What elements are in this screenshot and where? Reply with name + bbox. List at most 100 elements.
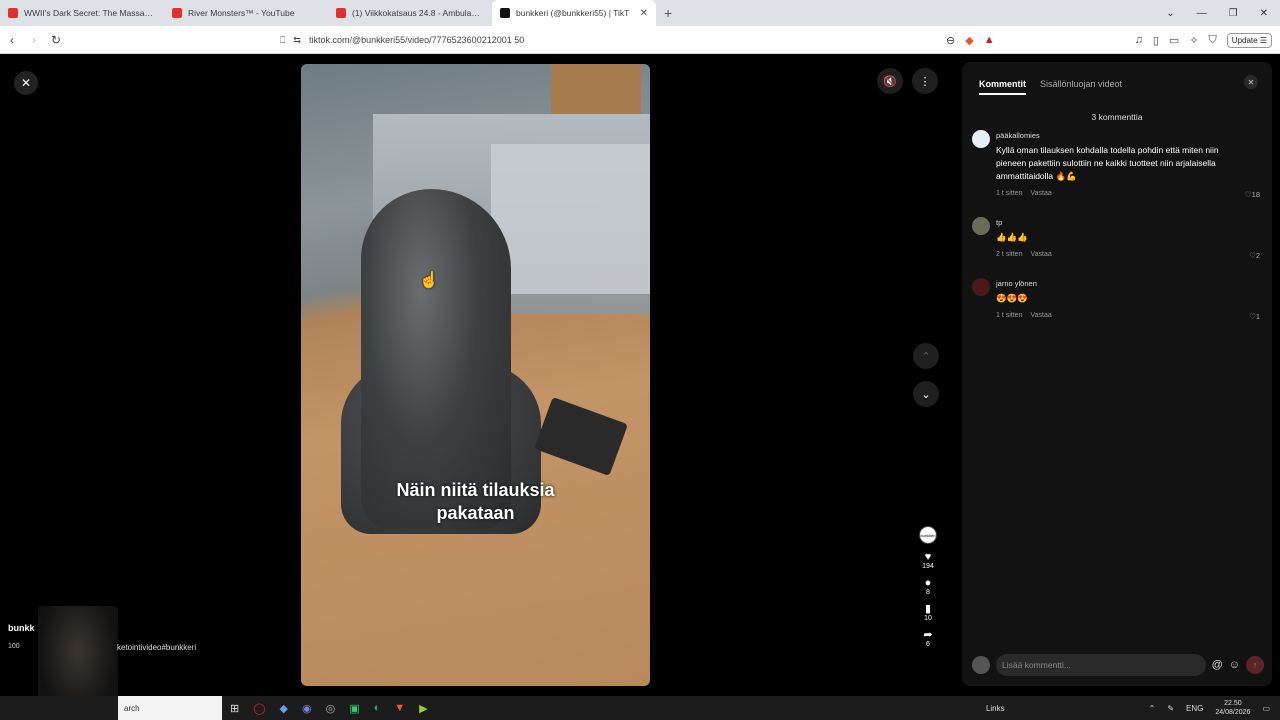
tab-search-icon[interactable]: ⌄ — [1166, 8, 1174, 19]
window-controls: ⌄ — ❐ ✕ — [1166, 0, 1280, 26]
taskbar-apps: ⊞ ◯ ◆ ◉ ◎ ▣ ◐ ▼ ▶ — [230, 696, 428, 720]
update-button[interactable]: Update ☰ — [1226, 32, 1272, 48]
edge-icon[interactable]: ◐ — [374, 702, 381, 714]
mute-button[interactable]: 🔇 — [877, 68, 903, 94]
discord-icon[interactable]: ◉ — [302, 702, 312, 715]
back-icon[interactable]: ‹ — [2, 33, 22, 47]
new-tab-button[interactable]: + — [664, 5, 672, 21]
close-window-icon[interactable]: ✕ — [1260, 8, 1268, 19]
task-view-icon[interactable]: ⊞ — [230, 702, 239, 715]
pen-icon[interactable]: ✎ — [1167, 704, 1174, 713]
tab-strip: WWII's Dark Secret: The Massacre of Rive… — [0, 0, 1280, 26]
toolbar-right: ⊖ ◆ ▲ ♫ ▯ ▭ ✧ ⛉ Update ☰ — [946, 26, 1272, 54]
opera-icon[interactable]: ◯ — [253, 702, 265, 715]
close-viewer-button[interactable]: ✕ — [14, 71, 38, 95]
music-icon[interactable]: ♫ — [1135, 34, 1143, 46]
taskbar-search[interactable]: arch — [118, 696, 222, 720]
next-video-button[interactable]: ⌄ — [913, 381, 939, 407]
comment-like[interactable]: ♡2 — [1249, 251, 1260, 260]
zoom-icon[interactable]: ⊖ — [946, 34, 955, 47]
browser-tab[interactable]: (1) Viikkokatsaus 24.8 - Ambulanssia — [328, 0, 492, 26]
creator-name[interactable]: bunkk — [8, 623, 35, 633]
brave-shield-icon[interactable]: ◆ — [965, 34, 973, 47]
reply-button[interactable]: Vastaa — [1030, 251, 1051, 258]
sidebar-icon[interactable]: ▯ — [1153, 34, 1159, 47]
tray-chevron-icon[interactable]: ⌃ — [1149, 704, 1156, 713]
comment-input[interactable] — [996, 654, 1206, 676]
bookmark-icon[interactable]: ⎕ — [280, 35, 285, 46]
reply-button[interactable]: Vastaa — [1030, 190, 1051, 197]
avatar — [972, 656, 990, 674]
notification-icon[interactable]: ▭ — [1262, 704, 1270, 713]
browser-tab[interactable]: River Monsters™ - YouTube — [164, 0, 328, 26]
comment-username[interactable]: jarno ylönen — [996, 279, 1037, 288]
reload-icon[interactable]: ↻ — [46, 33, 66, 47]
extensions-icon[interactable]: ✧ — [1189, 34, 1198, 47]
comment-icon: ● — [924, 577, 932, 589]
bookmark-icon: ▮ — [924, 603, 932, 615]
video-object — [534, 396, 628, 477]
tab-creator-videos[interactable]: Sisällönluojan videot — [1040, 79, 1122, 95]
vpn-icon[interactable]: ⛉ — [1209, 34, 1217, 47]
reply-button[interactable]: Vastaa — [1030, 312, 1051, 319]
url-field[interactable]: ⎕ ⇆ tiktok.com/@bunkkeri55/video/7776523… — [280, 26, 524, 54]
avatar[interactable] — [972, 278, 990, 296]
video-player[interactable]: Näin niitä tilauksia pakataan ☝ — [301, 64, 650, 686]
app-icon[interactable]: ▣ — [349, 702, 359, 715]
comment-text: Kyllä oman tilauksen kohdalla todella po… — [996, 145, 1219, 181]
rewards-icon[interactable]: ▲ — [984, 34, 995, 46]
youtube-icon — [8, 8, 18, 18]
like-action[interactable]: ♥ 194 — [922, 551, 934, 570]
minimize-icon[interactable]: — — [1197, 8, 1207, 19]
comments-panel: Kommentit Sisällönluojan videot ✕ 3 komm… — [962, 62, 1272, 686]
comment-action[interactable]: ● 8 — [925, 577, 932, 596]
share-action[interactable]: ➦ 6 — [923, 629, 932, 648]
app-icon[interactable]: ◆ — [280, 702, 288, 715]
site-info-icon[interactable]: ⇆ — [293, 35, 301, 46]
comment-input-bar: @ ☺ ↑ — [972, 654, 1264, 676]
tiktok-icon — [500, 8, 510, 18]
comment-username[interactable]: pääkallomies — [996, 131, 1040, 140]
previous-video-button[interactable]: ⌃ — [913, 343, 939, 369]
wallet-icon[interactable]: ▭ — [1169, 34, 1179, 47]
app-icon[interactable]: ▶ — [419, 702, 427, 715]
links-toolbar[interactable]: Links — [986, 704, 1005, 713]
more-options-button[interactable]: ⋮ — [912, 68, 938, 94]
emoji-icon[interactable]: ☺ — [1229, 659, 1240, 671]
video-background — [551, 64, 641, 114]
panel-tabs: Kommentit Sisällönluojan videot — [979, 79, 1122, 95]
avatar[interactable] — [972, 217, 990, 235]
browser-tab[interactable]: WWII's Dark Secret: The Massacre of — [0, 0, 164, 26]
comment-text: 👍👍👍 — [996, 232, 1028, 242]
comment-like[interactable]: ♡1 — [1249, 312, 1260, 321]
close-panel-button[interactable]: ✕ — [1244, 75, 1258, 89]
app-icon[interactable]: ◎ — [326, 702, 336, 715]
comment-meta: 1 t sitten Vastaa — [996, 190, 1052, 197]
mention-icon[interactable]: @ — [1212, 659, 1223, 671]
save-action[interactable]: ▮ 10 — [924, 603, 932, 622]
comment-item: tp 👍👍👍 2 t sitten Vastaa ♡2 — [972, 217, 1264, 262]
maximize-icon[interactable]: ❐ — [1229, 8, 1238, 19]
avatar[interactable] — [972, 130, 990, 148]
address-bar-row: ‹ › ↻ ⎕ ⇆ tiktok.com/@bunkkeri55/video/7… — [0, 26, 1280, 54]
tab-comments[interactable]: Kommentit — [979, 79, 1026, 95]
video-caption: Näin niitä tilauksia pakataan — [396, 480, 555, 523]
forward-icon[interactable]: › — [24, 33, 44, 47]
heart-icon: ♥ — [924, 551, 932, 563]
comment-count: 3 kommenttia — [1091, 112, 1143, 122]
creator-avatar[interactable]: bunkkeri — [919, 526, 937, 544]
comment-like[interactable]: ♡18 — [1245, 190, 1260, 199]
brave-icon[interactable]: ▼ — [394, 702, 405, 714]
hand-cursor-icon: ☝ — [419, 272, 439, 289]
browser-tab-active[interactable]: bunkkeri (@bunkkeri55) | TikT ✕ — [492, 0, 656, 26]
action-bar: bunkkeri ♥ 194 ● 8 ▮ 10 ➦ 6 — [916, 526, 940, 648]
send-button[interactable]: ↑ — [1246, 656, 1264, 674]
comment-text: 😍😍😍 — [996, 293, 1028, 303]
clock[interactable]: 22.50 24/08/2026 — [1215, 699, 1250, 717]
comment-item: pääkallomies Kyllä oman tilauksen kohdal… — [972, 130, 1264, 200]
comment-meta: 1 t sitten Vastaa — [996, 312, 1052, 319]
language-indicator[interactable]: ENG — [1186, 704, 1203, 713]
comment-username[interactable]: tp — [996, 218, 1002, 227]
comment-meta: 2 t sitten Vastaa — [996, 251, 1052, 258]
close-tab-icon[interactable]: ✕ — [640, 8, 648, 19]
